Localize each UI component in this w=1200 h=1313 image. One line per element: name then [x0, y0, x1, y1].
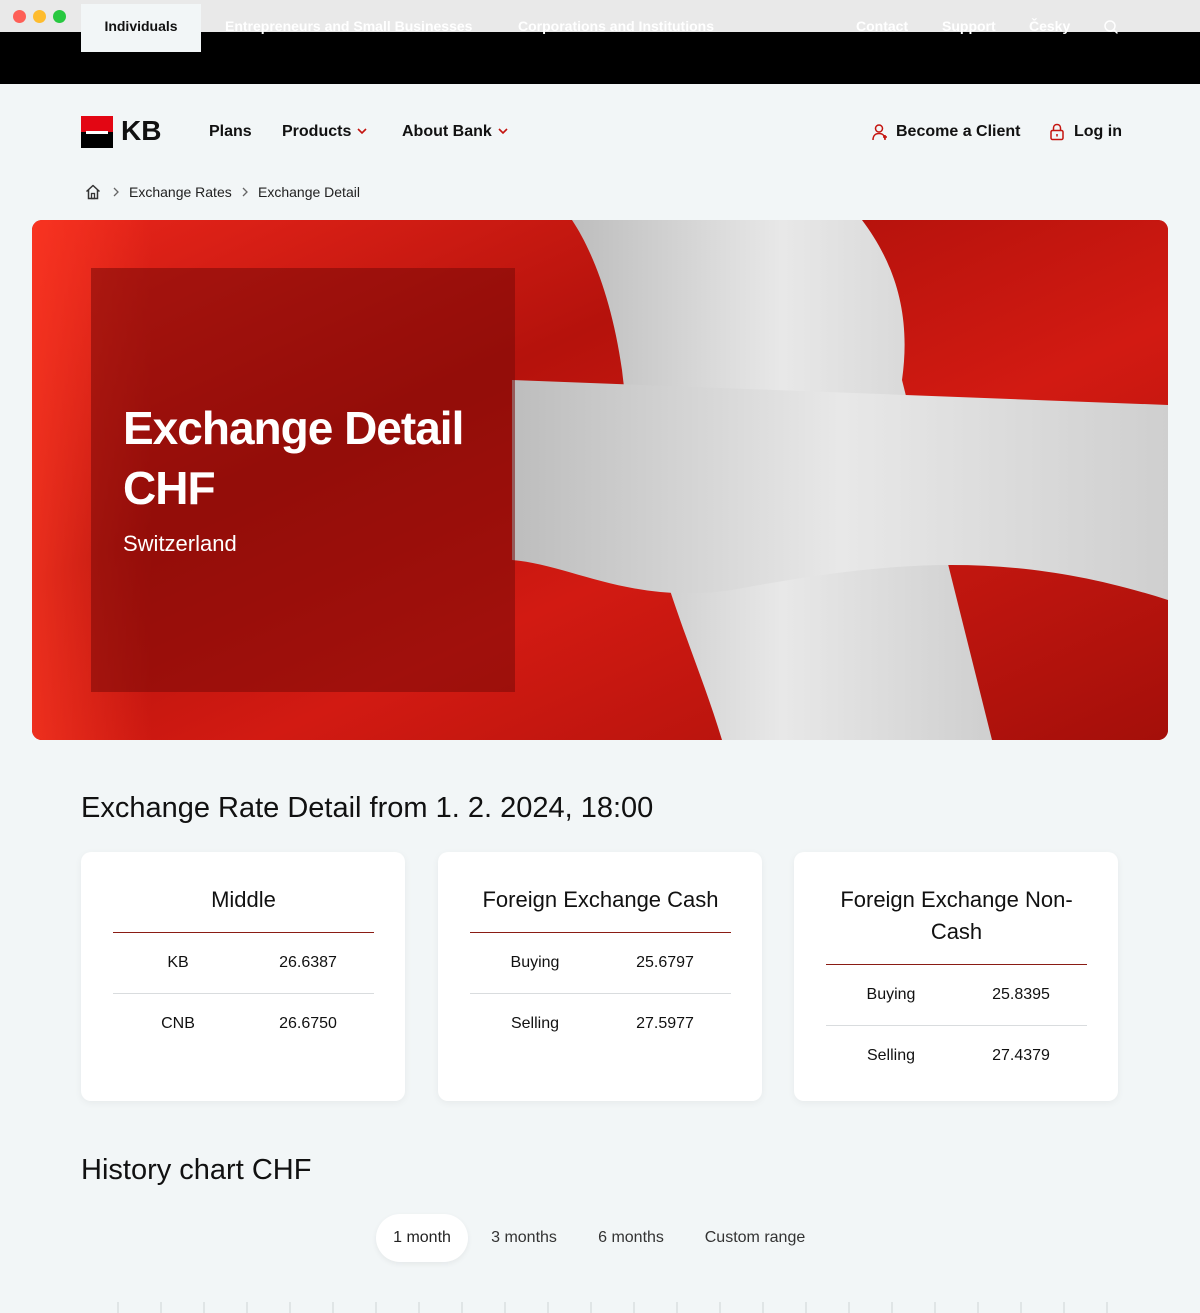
rate-value: 26.6750 — [279, 1015, 337, 1032]
history-heading: History chart CHF — [81, 1154, 312, 1186]
rates-heading: Exchange Rate Detail from 1. 2. 2024, 18… — [81, 792, 654, 824]
language-switch[interactable]: Česky — [1029, 4, 1070, 52]
contact-link[interactable]: Contact — [856, 4, 908, 52]
rate-value: 26.6387 — [279, 954, 337, 971]
nav-products[interactable]: Products — [282, 120, 367, 144]
lock-icon — [1050, 123, 1064, 141]
card-title: Middle — [211, 887, 276, 912]
close-window-icon[interactable] — [13, 10, 26, 23]
rate-value: 25.6797 — [636, 954, 694, 971]
chevron-down-icon — [357, 128, 367, 135]
hero-subtitle: Switzerland — [123, 531, 237, 556]
login-link[interactable]: Log in — [1074, 120, 1122, 144]
card-title-line1: Foreign Exchange Non- — [840, 887, 1073, 912]
kb-logo-text: KB — [121, 115, 162, 146]
hero-title-line1: Exchange Detail — [123, 402, 464, 454]
hero-banner: Exchange Detail CHF Switzerland — [32, 220, 1168, 740]
user-icon — [872, 124, 887, 141]
tab-3-months[interactable]: 3 months — [478, 1214, 570, 1262]
tab-6-months[interactable]: 6 months — [586, 1214, 676, 1262]
rate-row: Buying 25.6797 — [470, 933, 731, 993]
chevron-down-icon — [498, 128, 508, 135]
minimize-window-icon[interactable] — [33, 10, 46, 23]
tab-custom-range[interactable]: Custom range — [694, 1214, 816, 1262]
rate-label: KB — [167, 954, 189, 971]
rate-label: Buying — [510, 954, 560, 971]
home-icon[interactable] — [84, 183, 102, 201]
kb-logo-mark — [81, 116, 113, 148]
breadcrumb-exchange-rates[interactable]: Exchange Rates — [129, 182, 232, 202]
kb-logo[interactable]: KB — [81, 115, 165, 148]
rate-value: 27.4379 — [992, 1047, 1050, 1064]
rate-row: CNB 26.6750 — [113, 994, 374, 1054]
card-title: Foreign Exchange Non- Cash — [826, 884, 1087, 948]
rate-row: Selling 27.4379 — [826, 1026, 1087, 1086]
tab-1-month[interactable]: 1 month — [376, 1214, 468, 1262]
hero-title-line2: CHF — [123, 462, 216, 514]
nav-products-label: Products — [282, 123, 352, 140]
chevron-right-icon — [113, 187, 119, 197]
rate-row: Buying 25.8395 — [826, 965, 1087, 1025]
chart-axis-ticks — [117, 1302, 1108, 1313]
rate-value: 27.5977 — [636, 1015, 694, 1032]
nav-about-label: About Bank — [402, 123, 492, 140]
search-icon[interactable] — [1102, 18, 1120, 36]
rate-card-fx-cash: Foreign Exchange Cash Buying 25.6797 Sel… — [438, 852, 762, 1101]
rate-label: Selling — [866, 1047, 916, 1064]
chevron-right-icon — [242, 187, 248, 197]
rate-label: Buying — [866, 986, 916, 1003]
nav-plans[interactable]: Plans — [209, 120, 252, 144]
rate-card-fx-noncash: Foreign Exchange Non- Cash Buying 25.839… — [794, 852, 1118, 1101]
rate-label: Selling — [510, 1015, 560, 1032]
rate-row: Selling 27.5977 — [470, 994, 731, 1054]
rate-card-middle: Middle KB 26.6387 CNB 26.6750 — [81, 852, 405, 1101]
nav-about-bank[interactable]: About Bank — [402, 120, 508, 144]
breadcrumb-exchange-detail: Exchange Detail — [258, 184, 360, 200]
card-title: Foreign Exchange Cash — [482, 887, 719, 912]
support-link[interactable]: Support — [942, 4, 996, 52]
card-title-line2: Cash — [930, 919, 983, 944]
hero-title: Exchange Detail CHF — [123, 398, 464, 518]
become-client-link[interactable]: Become a Client — [896, 120, 1020, 144]
rate-label: CNB — [161, 1015, 195, 1032]
segment-entrepreneurs[interactable]: Entrepreneurs and Small Businesses — [225, 4, 472, 52]
rate-value: 25.8395 — [992, 986, 1050, 1003]
rate-row: KB 26.6387 — [113, 933, 374, 993]
segment-individuals[interactable]: Individuals — [81, 4, 201, 52]
maximize-window-icon[interactable] — [53, 10, 66, 23]
segment-corporations[interactable]: Corporations and Institutions — [518, 4, 714, 52]
